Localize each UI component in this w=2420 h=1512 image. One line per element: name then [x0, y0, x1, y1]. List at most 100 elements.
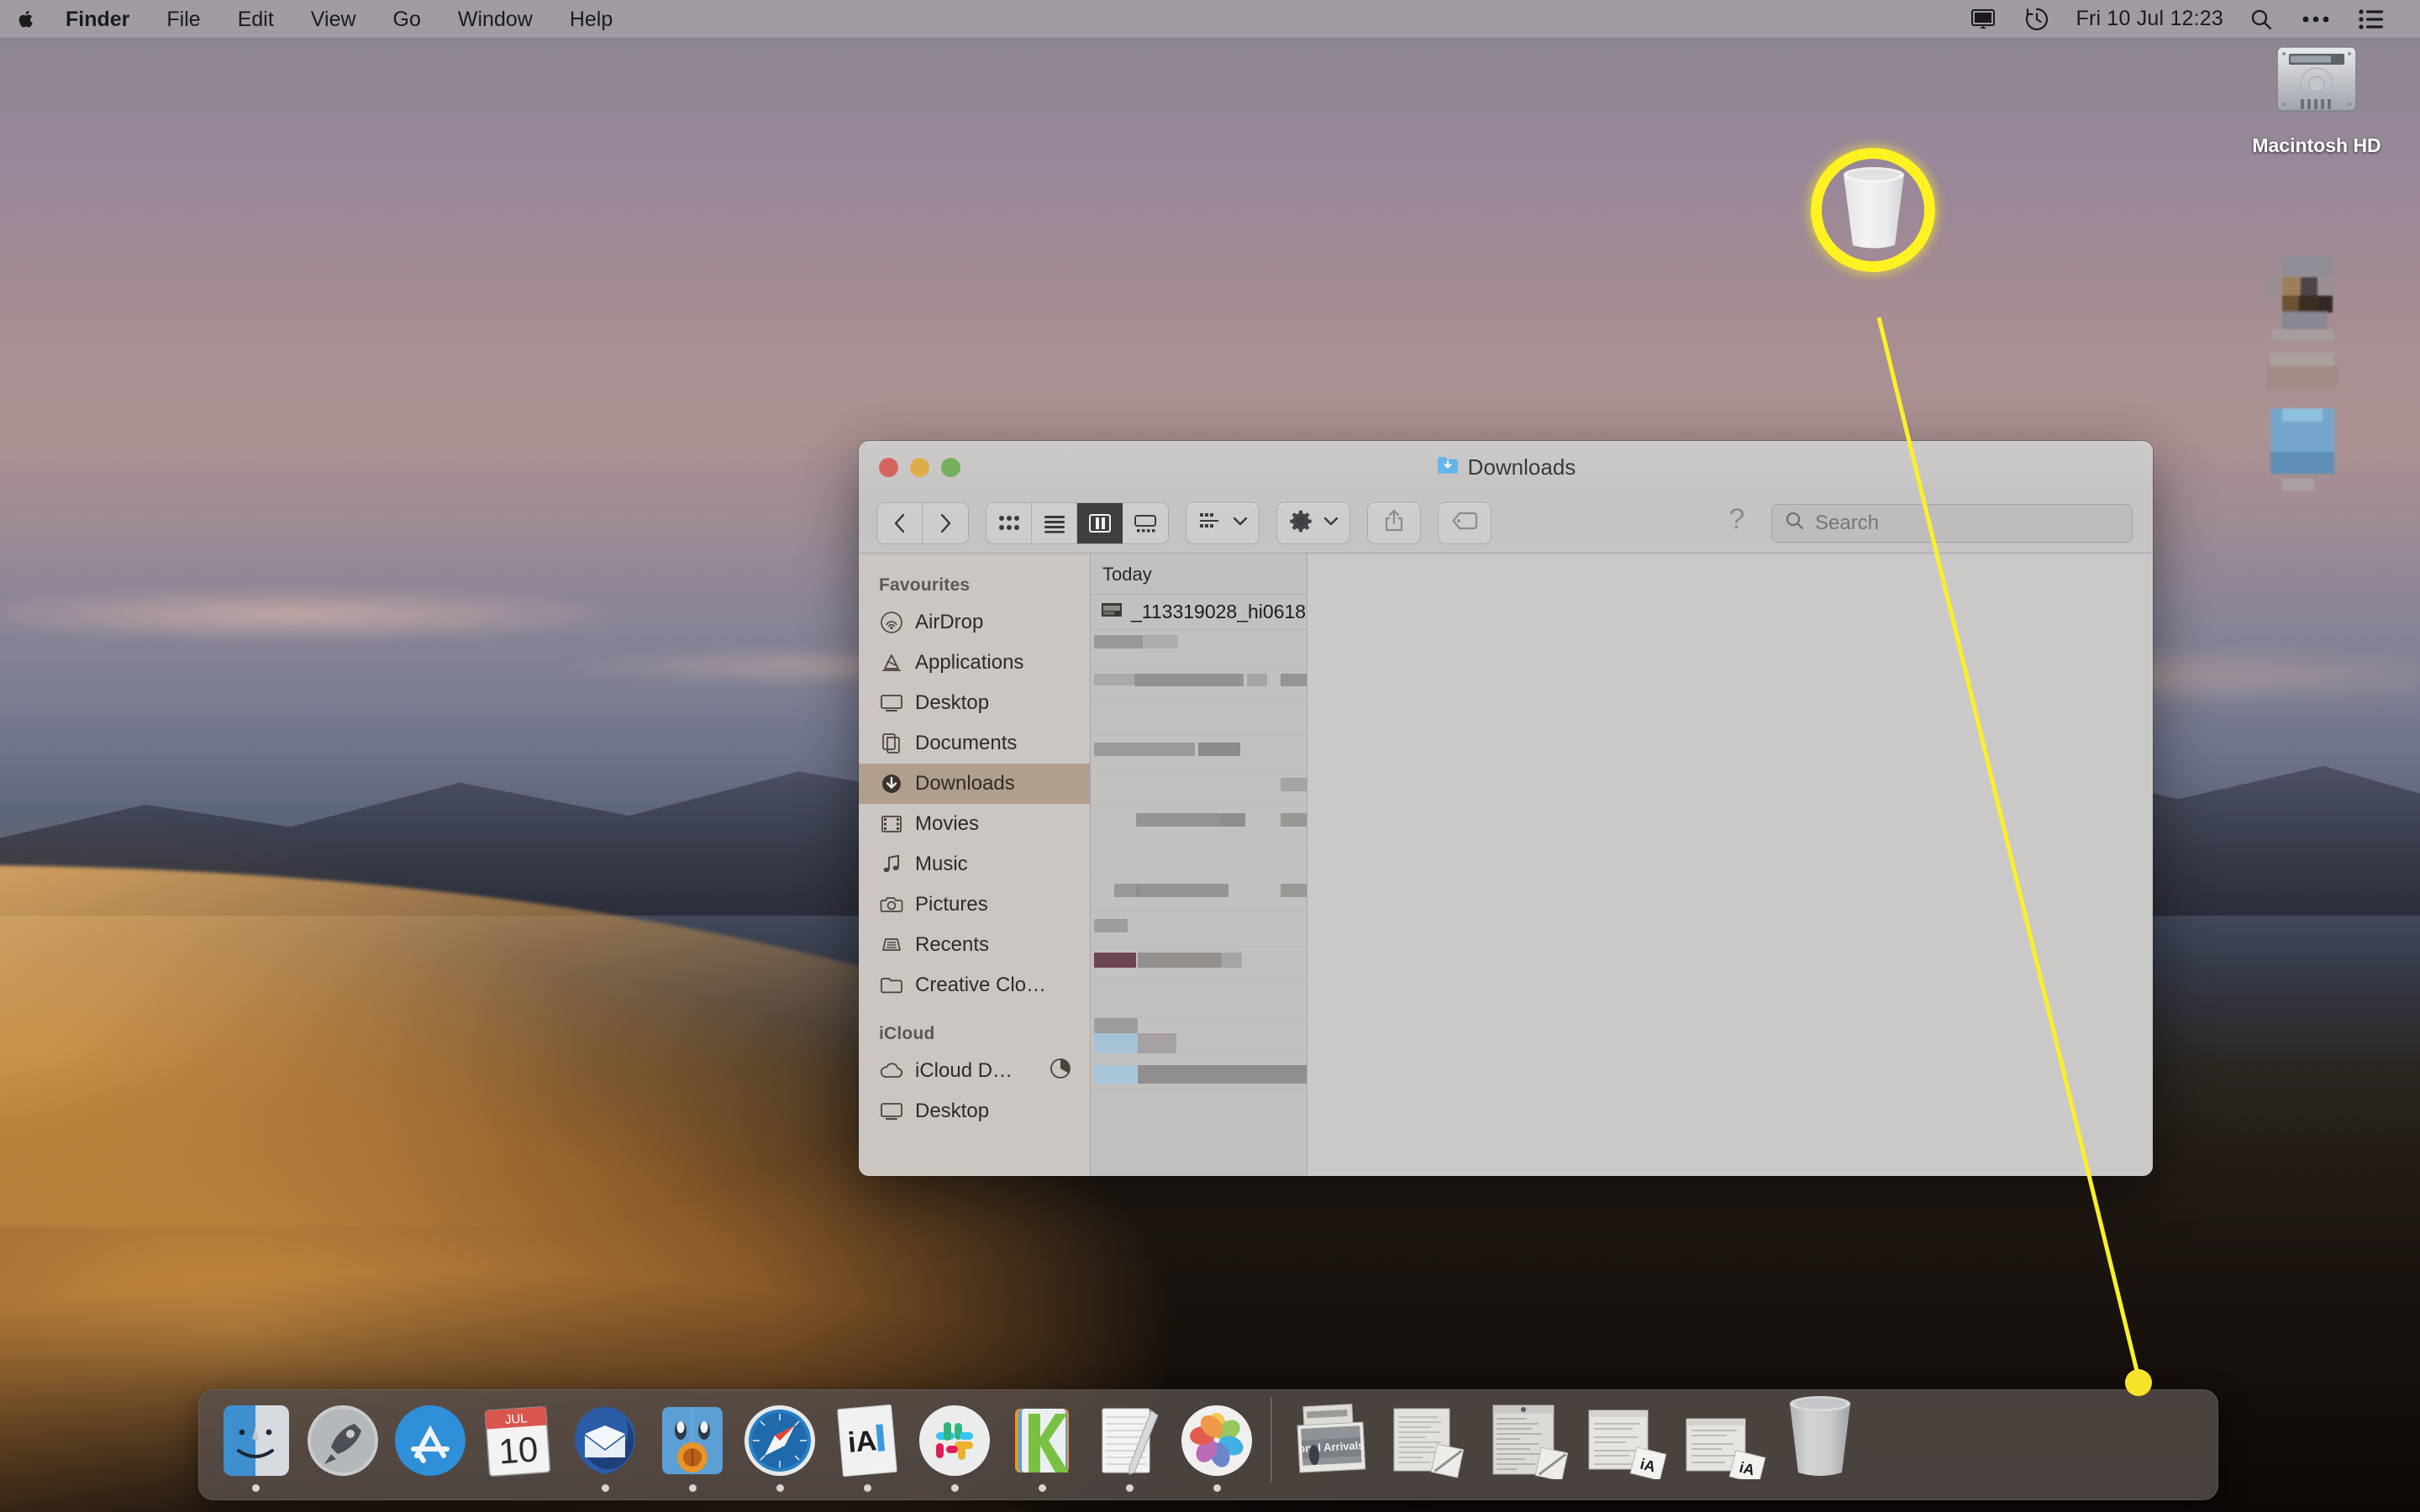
- hard-drive-icon: [2267, 40, 2366, 127]
- sidebar-item-label: Downloads: [915, 772, 1015, 795]
- action-menu-button[interactable]: [1277, 502, 1349, 543]
- list-item[interactable]: [1091, 948, 1307, 983]
- sidebar-item-desktop[interactable]: Desktop: [859, 683, 1090, 723]
- list-item[interactable]: [1091, 736, 1307, 771]
- list-item[interactable]: [1091, 842, 1307, 877]
- dock-item-finder[interactable]: [212, 1389, 299, 1495]
- dock-item-tweetbot[interactable]: [649, 1389, 736, 1495]
- sidebar-item-label: Applications: [915, 651, 1024, 674]
- gallery-view-button[interactable]: [1123, 502, 1168, 543]
- running-indicator: [863, 1484, 871, 1492]
- back-button[interactable]: [877, 502, 923, 543]
- menu-item-finder[interactable]: Finder: [47, 0, 148, 39]
- search-input[interactable]: Search: [1771, 503, 2133, 543]
- display-icon[interactable]: [1956, 0, 2010, 39]
- sidebar-item-music[interactable]: Music: [859, 844, 1090, 885]
- menu-bar-left: Finder File Edit View Go Window Help: [0, 0, 631, 39]
- menu-item-window[interactable]: Window: [439, 0, 551, 39]
- table-row[interactable]: _113319028_hi061850918: [1091, 595, 1307, 630]
- arrange-button[interactable]: [1186, 502, 1259, 543]
- list-item[interactable]: [1091, 701, 1307, 736]
- sidebar-item-pictures[interactable]: Pictures: [859, 885, 1090, 925]
- notification-center-icon[interactable]: [2344, 0, 2398, 39]
- list-item[interactable]: [1091, 912, 1307, 948]
- sidebar-item-applications[interactable]: Applications: [859, 643, 1090, 683]
- menu-item-edit[interactable]: Edit: [219, 0, 292, 39]
- list-item[interactable]: [1091, 1018, 1307, 1053]
- sidebar-item-movies[interactable]: Movies: [859, 804, 1090, 844]
- finder-file-column[interactable]: Today _113319028_hi061850918: [1091, 554, 1307, 1176]
- zoom-button[interactable]: [941, 457, 960, 477]
- dock-item-slack[interactable]: [911, 1389, 998, 1495]
- menu-item-go[interactable]: Go: [375, 0, 439, 39]
- time-machine-icon[interactable]: [2010, 0, 2064, 39]
- dock-item-kite[interactable]: [998, 1389, 1086, 1495]
- running-indicator: [1125, 1484, 1134, 1492]
- icon-view-button[interactable]: [986, 502, 1032, 543]
- dock-item-app-store[interactable]: [387, 1389, 474, 1495]
- dock-item-safari[interactable]: [736, 1389, 823, 1495]
- sidebar-item-recents[interactable]: Recents: [859, 925, 1090, 965]
- dock-recent-international-arrivals[interactable]: onal Arrivals: [1282, 1389, 1380, 1495]
- desktop-icon-macintosh-hd[interactable]: Macintosh HD: [2237, 40, 2396, 157]
- svg-text:10: 10: [497, 1429, 539, 1471]
- menu-bar-clock[interactable]: Fri 10 Jul 12:23: [2064, 7, 2235, 31]
- list-item[interactable]: [1091, 806, 1307, 842]
- downloads-folder-icon: [1436, 454, 1460, 481]
- control-center-icon[interactable]: [2287, 0, 2344, 39]
- list-item[interactable]: [1091, 983, 1307, 1018]
- sidebar-item-label: Desktop: [915, 691, 990, 714]
- redacted-desktop-icon-1[interactable]: [2254, 252, 2354, 344]
- list-item[interactable]: [1091, 665, 1307, 701]
- chevron-down-icon: [1323, 515, 1339, 531]
- tag-button[interactable]: [1439, 502, 1491, 543]
- pictures-icon: [879, 892, 904, 917]
- column-view-button[interactable]: [1077, 502, 1123, 543]
- dock-recent-document-1[interactable]: [1380, 1389, 1477, 1495]
- spotlight-search-icon[interactable]: [2235, 0, 2287, 39]
- dock-recent-ia-document-1[interactable]: iA: [1575, 1389, 1672, 1495]
- help-button[interactable]: ?: [1714, 503, 1760, 543]
- list-item[interactable]: [1091, 1053, 1307, 1089]
- forward-button[interactable]: [923, 502, 968, 543]
- sidebar-item-documents[interactable]: Documents: [859, 723, 1090, 764]
- sidebar-item-airdrop[interactable]: AirDrop: [859, 602, 1090, 643]
- finder-window[interactable]: Downloads ? Search Favourites AirDrop Ap…: [859, 441, 2153, 1176]
- list-item[interactable]: [1091, 630, 1307, 665]
- movies-icon: [879, 811, 904, 837]
- applications-icon: [879, 650, 904, 675]
- dock-item-photos[interactable]: [1173, 1389, 1260, 1495]
- dock-item-trash[interactable]: [1770, 1389, 1870, 1495]
- dock-item-thunderbird[interactable]: [561, 1389, 649, 1495]
- dock-recent-ia-document-2[interactable]: iA: [1672, 1389, 1770, 1495]
- close-button[interactable]: [879, 457, 898, 477]
- redacted-desktop-icon-2[interactable]: [2254, 353, 2354, 521]
- sidebar-item-label: Creative Clo…: [915, 974, 1047, 996]
- share-button[interactable]: [1368, 502, 1420, 543]
- menu-item-file[interactable]: File: [148, 0, 218, 39]
- apple-logo-icon[interactable]: [18, 7, 47, 32]
- sidebar-item-icloud-desktop[interactable]: Desktop: [859, 1091, 1090, 1131]
- list-view-button[interactable]: [1032, 502, 1077, 543]
- sidebar-item-icloud-drive[interactable]: iCloud D…: [859, 1051, 1090, 1091]
- minimise-button[interactable]: [910, 457, 929, 477]
- sidebar-item-creative-cloud[interactable]: Creative Clo…: [859, 965, 1090, 1005]
- notes-document-icon: [1382, 1402, 1475, 1479]
- dock-item-launchpad[interactable]: [299, 1389, 387, 1495]
- dock-item-notes[interactable]: [1086, 1389, 1173, 1495]
- list-item[interactable]: [1091, 771, 1307, 806]
- dock-item-calendar[interactable]: JUL 10: [474, 1389, 561, 1495]
- menu-item-help[interactable]: Help: [551, 0, 631, 39]
- sidebar-item-label: iCloud D…: [915, 1059, 1013, 1082]
- music-icon: [879, 852, 904, 877]
- finder-titlebar[interactable]: Downloads: [859, 441, 2153, 493]
- dock-recent-document-2[interactable]: [1477, 1389, 1575, 1495]
- list-item[interactable]: [1091, 877, 1307, 912]
- sidebar-item-label: Recents: [915, 933, 990, 956]
- finder-preview-column[interactable]: [1307, 554, 2153, 1176]
- menu-item-view[interactable]: View: [292, 0, 375, 39]
- airdrop-icon: [879, 610, 904, 635]
- view-mode-buttons: [986, 502, 1168, 543]
- sidebar-item-downloads[interactable]: Downloads: [859, 764, 1090, 804]
- dock-item-ia-writer[interactable]: iA: [823, 1389, 911, 1495]
